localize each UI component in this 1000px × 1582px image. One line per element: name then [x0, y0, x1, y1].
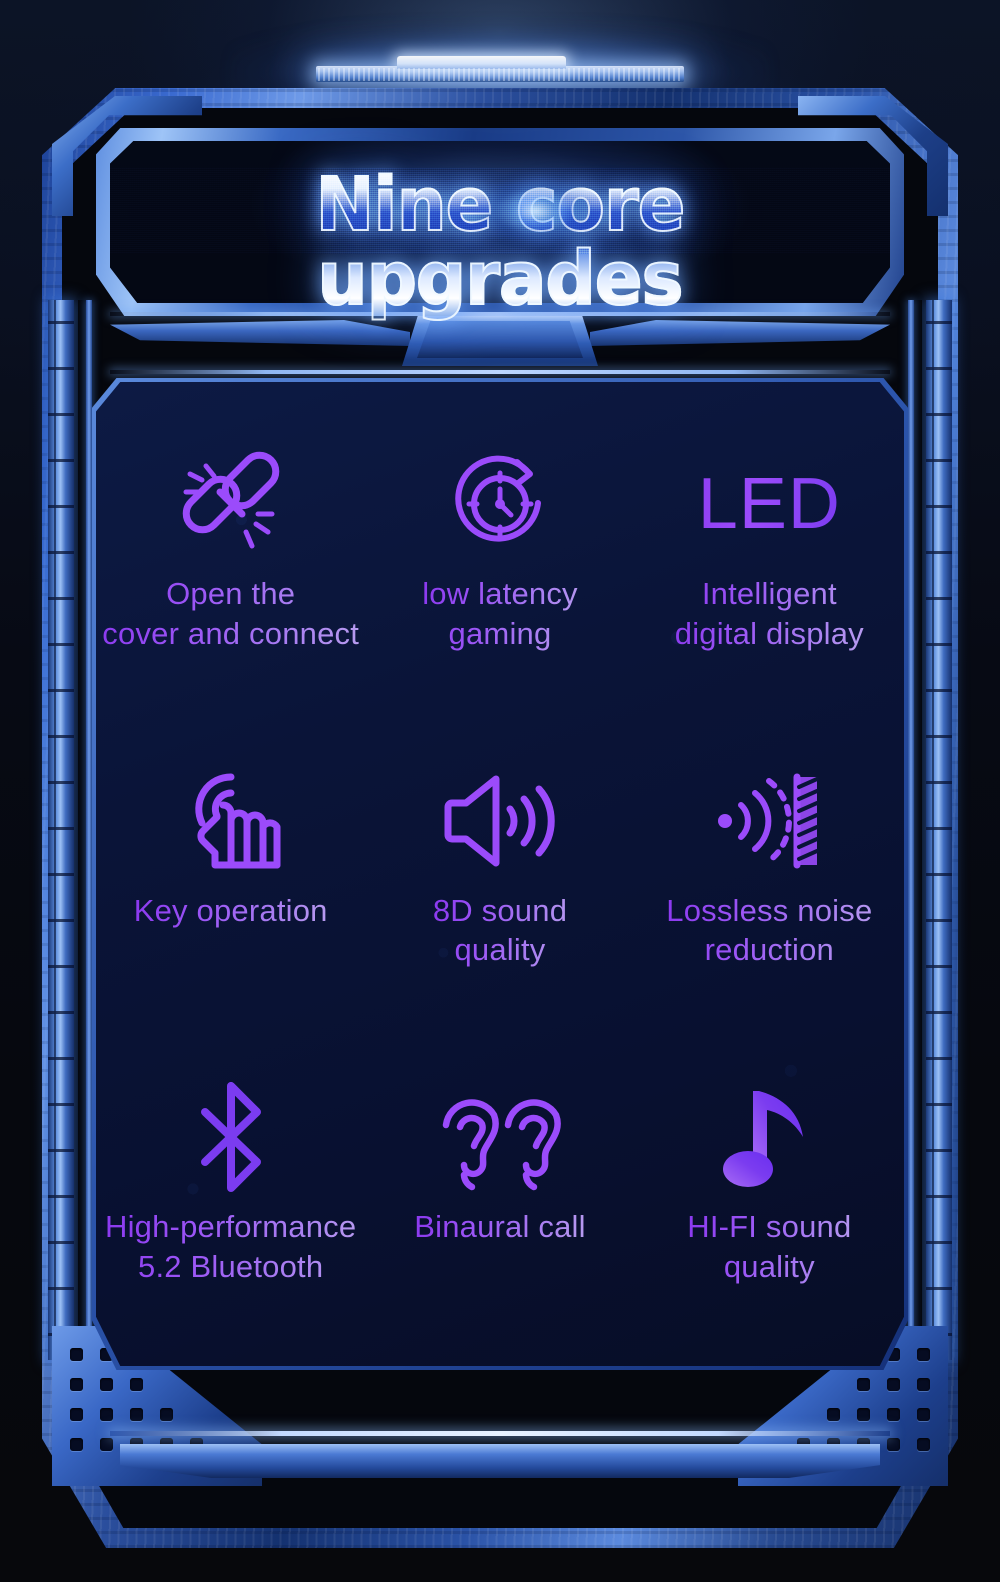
feature-label: Key operation [134, 891, 328, 931]
side-rail-gap-left [78, 300, 85, 1360]
feature-grid: Open the cover and connect low latency g… [96, 404, 904, 1354]
perforation-hole [160, 1408, 173, 1421]
feature-label: low latency gaming [422, 574, 578, 653]
perforation-hole [70, 1438, 83, 1451]
side-rail-thin-right [908, 300, 914, 1360]
perforation-hole [70, 1348, 83, 1361]
side-rail-right [926, 300, 952, 1360]
feature-cell-hifi-sound-quality: HI-FI sound quality [635, 1037, 904, 1354]
divider-wing-right [590, 320, 890, 346]
clock-refresh-latency-icon [447, 448, 553, 560]
perforation-hole [70, 1408, 83, 1421]
led-text-icon: LED [698, 448, 841, 560]
perforation-hole [917, 1348, 930, 1361]
feature-label: Open the cover and connect [102, 574, 359, 653]
perforation-hole [130, 1408, 143, 1421]
feature-cell-open-cover-connect: Open the cover and connect [96, 404, 365, 721]
feature-label: High-performance 5.2 Bluetooth [105, 1207, 356, 1286]
broken-link-connect-icon [176, 448, 286, 560]
speaker-volume-icon [444, 765, 556, 877]
feature-cell-bluetooth: High-performance 5.2 Bluetooth [96, 1037, 365, 1354]
side-rail-thin-left [86, 300, 92, 1360]
top-light-texture [318, 68, 682, 81]
perforation-hole [887, 1378, 900, 1391]
led-text-glyph: LED [697, 464, 841, 544]
bottom-bar [120, 1444, 880, 1478]
feature-label: HI-FI sound quality [687, 1207, 851, 1286]
perforation-hole [827, 1408, 840, 1421]
feature-cell-binaural-call: Binaural call [365, 1037, 634, 1354]
feature-cell-low-latency-gaming: low latency gaming [365, 404, 634, 721]
perforation-hole [70, 1378, 83, 1391]
feature-cell-lossless-noise-reduction: Lossless noise reduction [635, 721, 904, 1038]
divider-center-tab-inner [417, 321, 583, 358]
feature-cell-8d-sound-quality: 8D sound quality [365, 721, 634, 1038]
noise-reduction-barrier-icon [713, 765, 825, 877]
perforation-hole [130, 1378, 143, 1391]
top-light-bar [230, 22, 770, 122]
touch-hand-icon [179, 765, 283, 877]
side-rail-gap-right [915, 300, 922, 1360]
bottom-rule [110, 1431, 890, 1436]
music-note-icon [721, 1081, 817, 1193]
two-ears-icon [438, 1081, 562, 1193]
feature-label: Intelligent digital display [675, 574, 864, 653]
feature-label: 8D sound quality [433, 891, 567, 970]
feature-label: Lossless noise reduction [666, 891, 872, 970]
bluetooth-icon [191, 1081, 271, 1193]
feature-cell-led-digital-display: LED Intelligent digital display [635, 404, 904, 721]
perforation-hole [100, 1408, 113, 1421]
divider-rule-bottom [110, 370, 890, 374]
perforation-hole [917, 1378, 930, 1391]
side-rail-left [48, 300, 74, 1360]
perforation-hole [100, 1438, 113, 1451]
product-infographic-poster: Nine core upgrades Open the cover and co… [0, 0, 1000, 1582]
feature-label: Binaural call [414, 1207, 585, 1247]
perforation-hole [100, 1378, 113, 1391]
perforation-hole [917, 1438, 930, 1451]
perforation-hole [887, 1408, 900, 1421]
feature-cell-key-operation: Key operation [96, 721, 365, 1038]
perforation-hole [887, 1438, 900, 1451]
perforation-hole [857, 1378, 870, 1391]
page-title: Nine core upgrades [130, 167, 871, 317]
perforation-hole [917, 1408, 930, 1421]
perforation-hole [857, 1408, 870, 1421]
divider-wing-left [110, 320, 410, 346]
